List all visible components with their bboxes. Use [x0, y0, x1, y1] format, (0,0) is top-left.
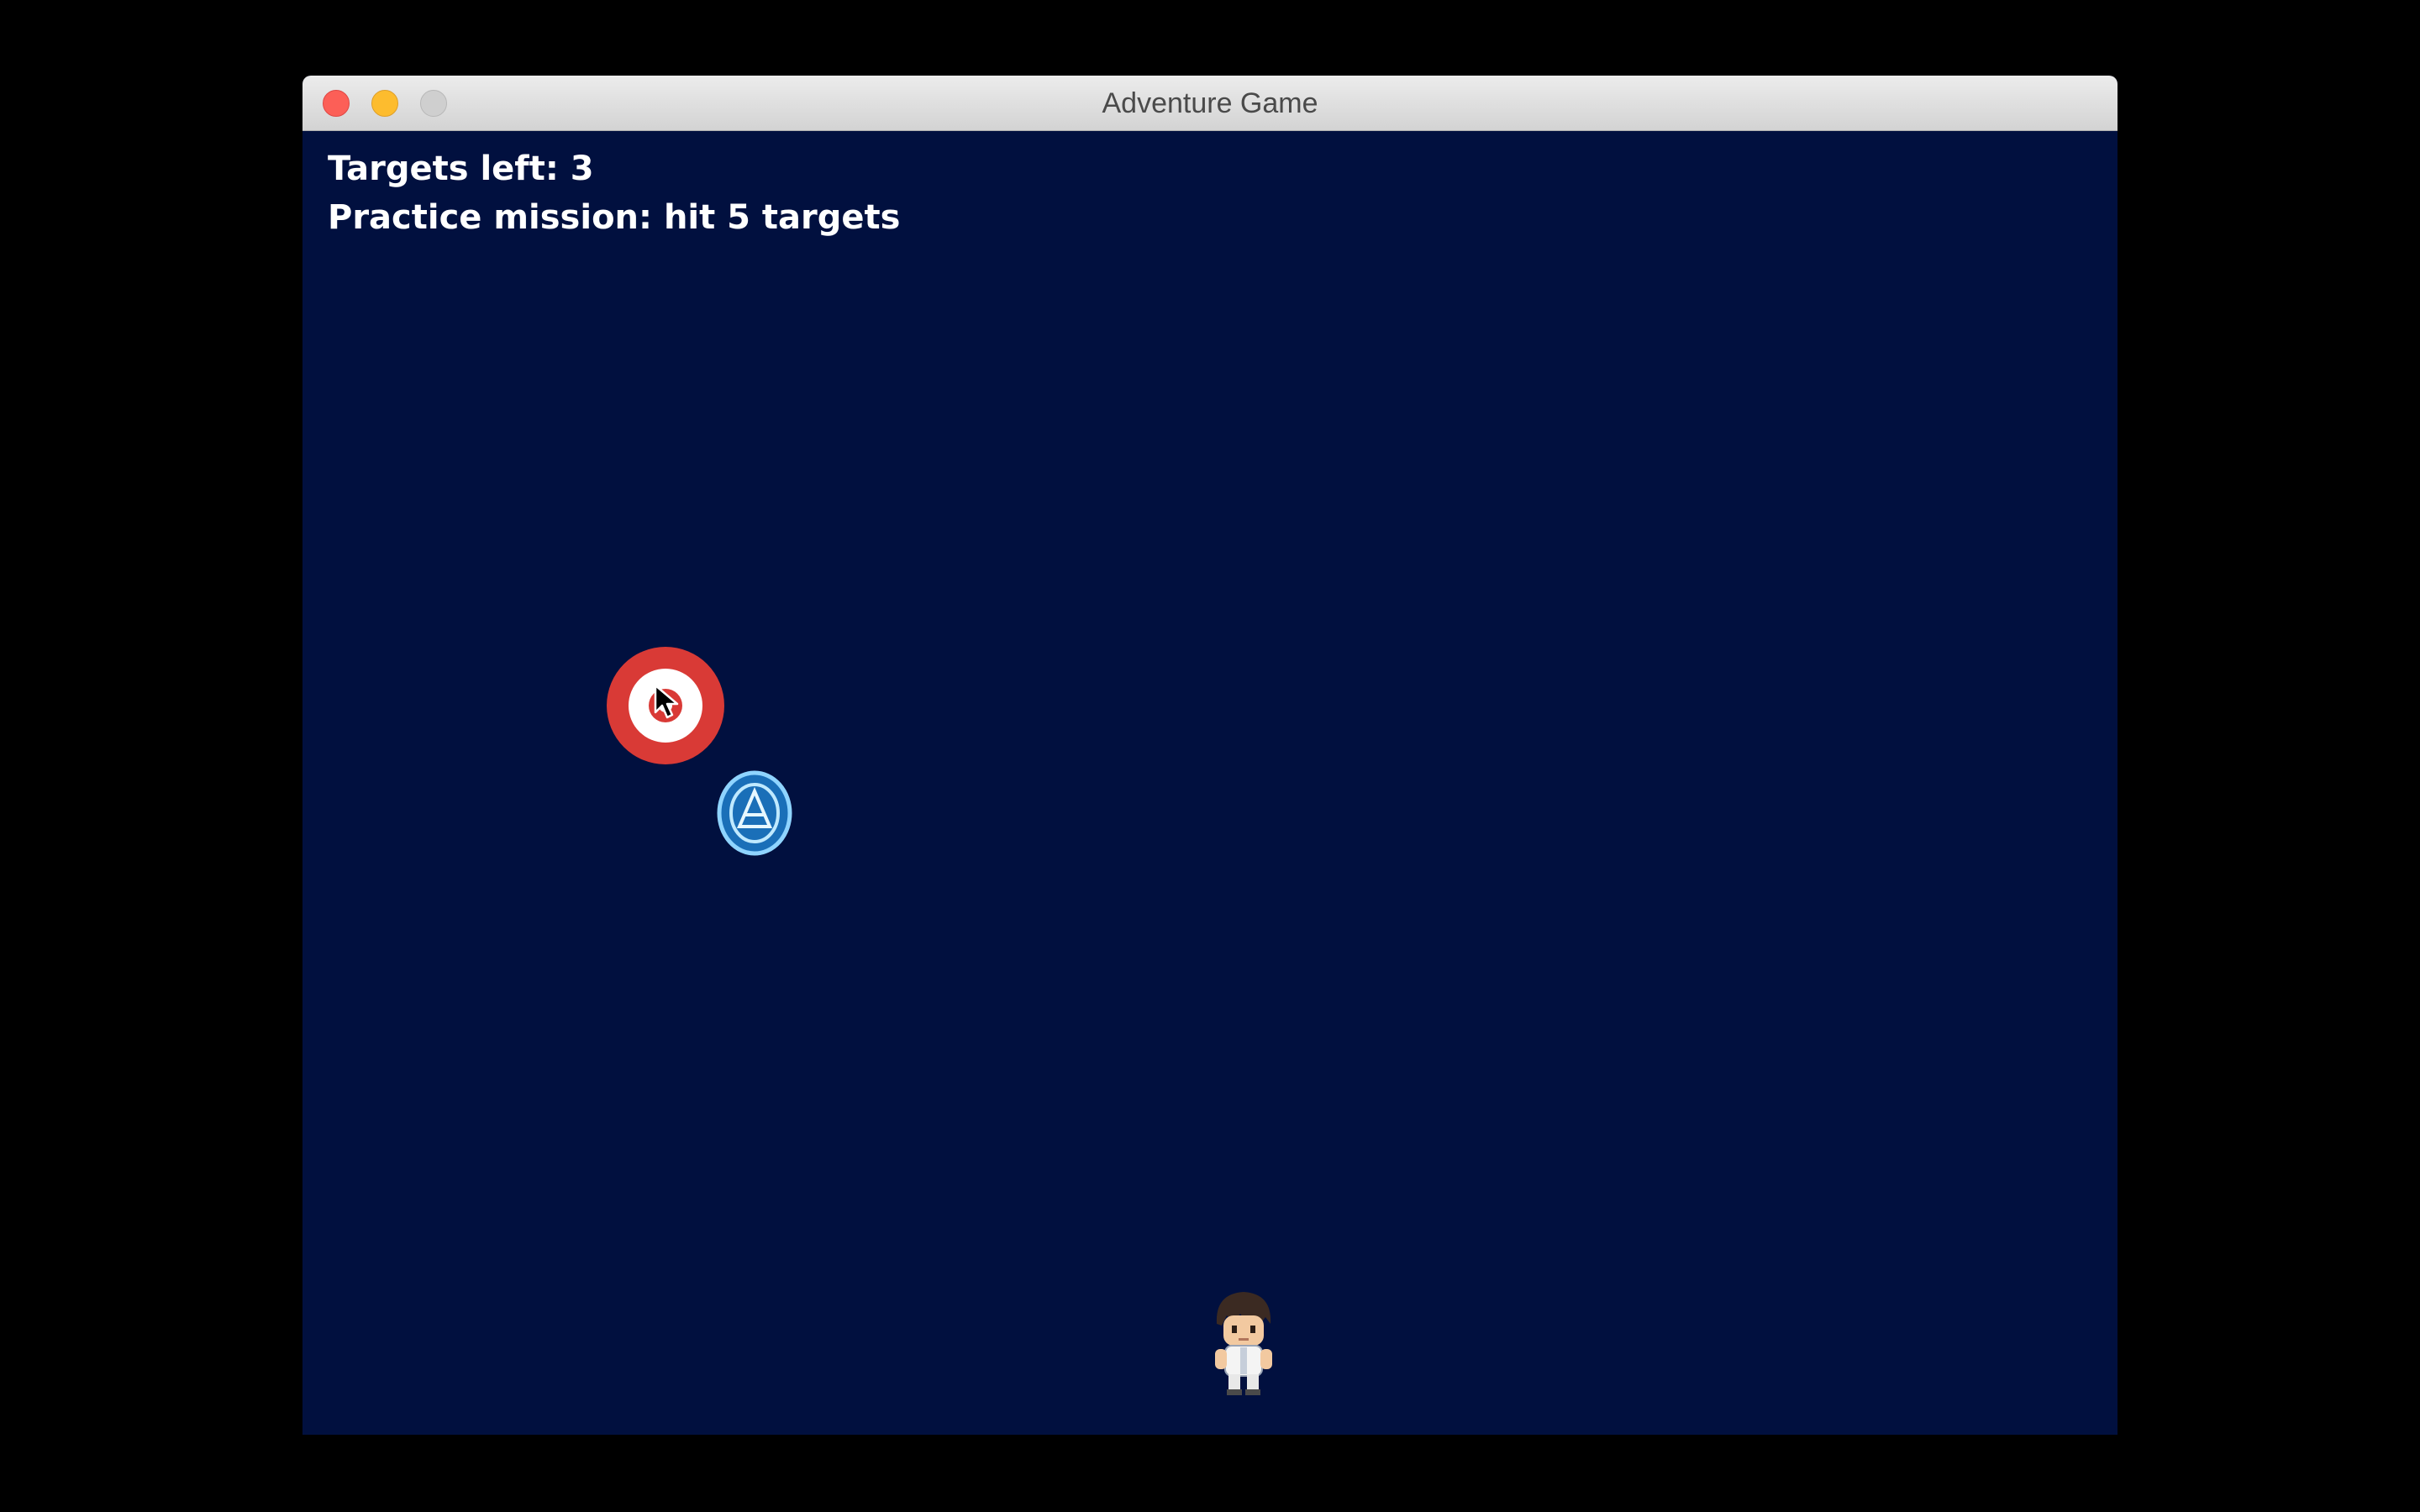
game-window: Adventure Game Targets left: 3 Practice …: [302, 76, 2118, 1435]
title-bar[interactable]: Adventure Game: [302, 76, 2118, 131]
mission-label: Practice mission: hit 5 targets: [328, 198, 901, 237]
game-canvas[interactable]: Targets left: 3 Practice mission: hit 5 …: [302, 131, 2118, 1435]
player-character-icon: [1215, 1292, 1272, 1395]
blue-orb-icon[interactable]: [714, 768, 795, 858]
mouse-pointer-icon: [654, 684, 679, 719]
targets-left-label: Targets left: 3: [328, 150, 594, 188]
window-title: Adventure Game: [1102, 87, 1318, 119]
